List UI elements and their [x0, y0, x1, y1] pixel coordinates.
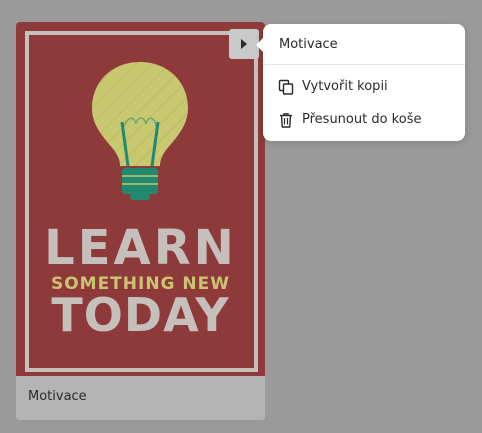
- menu-divider: [263, 64, 465, 65]
- trash-icon: [280, 113, 292, 128]
- context-menu: Motivace Vytvořit kopii Přesunout do koš…: [256, 24, 465, 141]
- menu-title: Motivace: [279, 37, 338, 52]
- poster-line-today: TODAY: [51, 288, 230, 342]
- card-menu-toggle-button[interactable]: [229, 29, 259, 59]
- poster-thumbnail[interactable]: LEARN SOMETHING NEW TODAY: [16, 22, 265, 376]
- card-footer[interactable]: Motivace: [16, 376, 265, 420]
- menu-item-trash[interactable]: Přesunout do koše: [263, 104, 465, 136]
- template-card[interactable]: LEARN SOMETHING NEW TODAY Motivace: [16, 22, 265, 420]
- menu-item-copy-label: Vytvořit kopii: [302, 79, 388, 94]
- poster-line-learn: LEARN: [44, 220, 237, 276]
- copy-icon: [278, 79, 294, 95]
- lightbulb-icon: [92, 62, 188, 200]
- menu-pointer: [256, 38, 263, 52]
- menu-item-copy[interactable]: Vytvořit kopii: [263, 71, 465, 103]
- card-title: Motivace: [28, 389, 87, 404]
- menu-item-trash-label: Přesunout do koše: [302, 112, 422, 127]
- caret-right-icon: [241, 39, 247, 49]
